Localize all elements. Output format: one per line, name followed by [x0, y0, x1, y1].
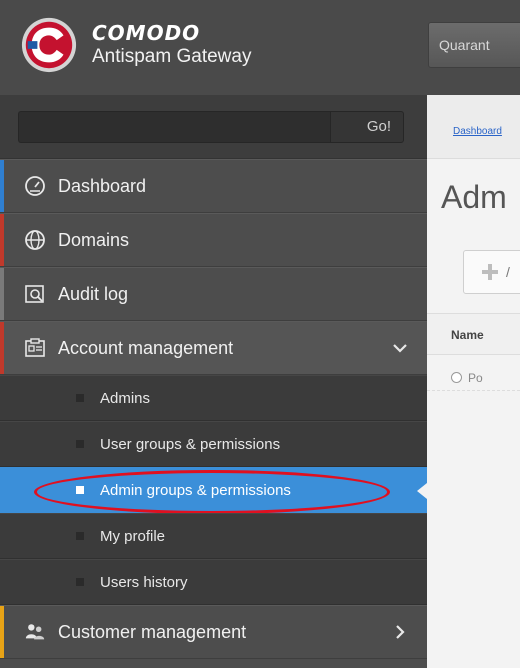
customers-icon	[24, 621, 46, 643]
sidebar-item-label: Dashboard	[58, 175, 147, 196]
sidebar-subitem-users-history[interactable]: Users history	[0, 559, 427, 605]
search-input[interactable]	[18, 111, 330, 143]
bullet-icon	[76, 578, 84, 586]
sidebar-subitem-label: My profile	[100, 527, 166, 545]
plus-icon	[482, 264, 498, 280]
dashboard-gauge-icon	[24, 175, 46, 197]
sidebar-subitem-user-groups[interactable]: User groups & permissions	[0, 421, 427, 467]
sidebar-subitem-admins[interactable]: Admins	[0, 375, 427, 421]
table-header-name[interactable]: Name	[427, 313, 520, 355]
sidebar-item-label: Domains	[58, 229, 130, 250]
bullet-icon	[76, 440, 84, 448]
bullet-icon	[76, 394, 84, 402]
bullet-icon	[76, 532, 84, 540]
sidebar-item-label: Customer management	[58, 621, 247, 642]
sidebar-item-domains[interactable]: Domains	[0, 213, 427, 267]
account-management-icon	[24, 337, 46, 359]
table-cell-name: Po	[468, 370, 483, 385]
brand-name: COMODO	[92, 21, 201, 45]
go-button[interactable]: Go!	[330, 111, 404, 143]
highlight-ellipse	[34, 470, 390, 514]
sidebar-subitem-label: Admins	[100, 389, 151, 407]
main-content: Dashboard Adm / Name Po	[427, 95, 520, 668]
breadcrumb: Dashboard	[427, 95, 520, 159]
add-button-label: /	[506, 264, 510, 280]
sidebar-item-customer-management[interactable]: Customer management	[0, 605, 427, 659]
brand-product: Antispam Gateway	[92, 46, 252, 67]
audit-log-icon	[24, 283, 46, 305]
breadcrumb-dashboard-link[interactable]: Dashboard	[453, 126, 502, 137]
sidebar-subitem-label: User groups & permissions	[100, 435, 281, 453]
app-header: COMODO Antispam Gateway Quarant	[0, 0, 520, 95]
chevron-right-icon[interactable]	[391, 623, 409, 641]
row-radio[interactable]	[451, 372, 462, 383]
sidebar-subitem-admin-groups[interactable]: Admin groups & permissions	[0, 467, 427, 514]
sidebar: Go! Dashboard Domains Audit log Account …	[0, 95, 427, 668]
account-management-submenu: Admins User groups & permissions Admin g…	[0, 375, 427, 605]
add-button[interactable]: /	[463, 250, 520, 294]
comodo-logo-icon	[21, 17, 77, 73]
sidebar-item-label: Account management	[58, 337, 234, 358]
quarantine-button[interactable]: Quarant	[428, 22, 520, 68]
logo[interactable]: COMODO Antispam Gateway	[20, 16, 251, 74]
table-row[interactable]: Po	[427, 355, 520, 391]
sidebar-subitem-my-profile[interactable]: My profile	[0, 513, 427, 559]
active-pointer-icon	[417, 483, 427, 499]
sidebar-item-label: Audit log	[58, 283, 129, 304]
sidebar-search: Go!	[0, 95, 427, 159]
sidebar-subitem-label: Users history	[100, 573, 188, 591]
chevron-down-icon[interactable]	[391, 339, 409, 357]
page-title: Adm	[441, 179, 507, 215]
sidebar-item-dashboard[interactable]: Dashboard	[0, 159, 427, 213]
sidebar-item-account-management[interactable]: Account management	[0, 321, 427, 375]
sidebar-item-audit-log[interactable]: Audit log	[0, 267, 427, 321]
globe-icon	[24, 229, 46, 251]
